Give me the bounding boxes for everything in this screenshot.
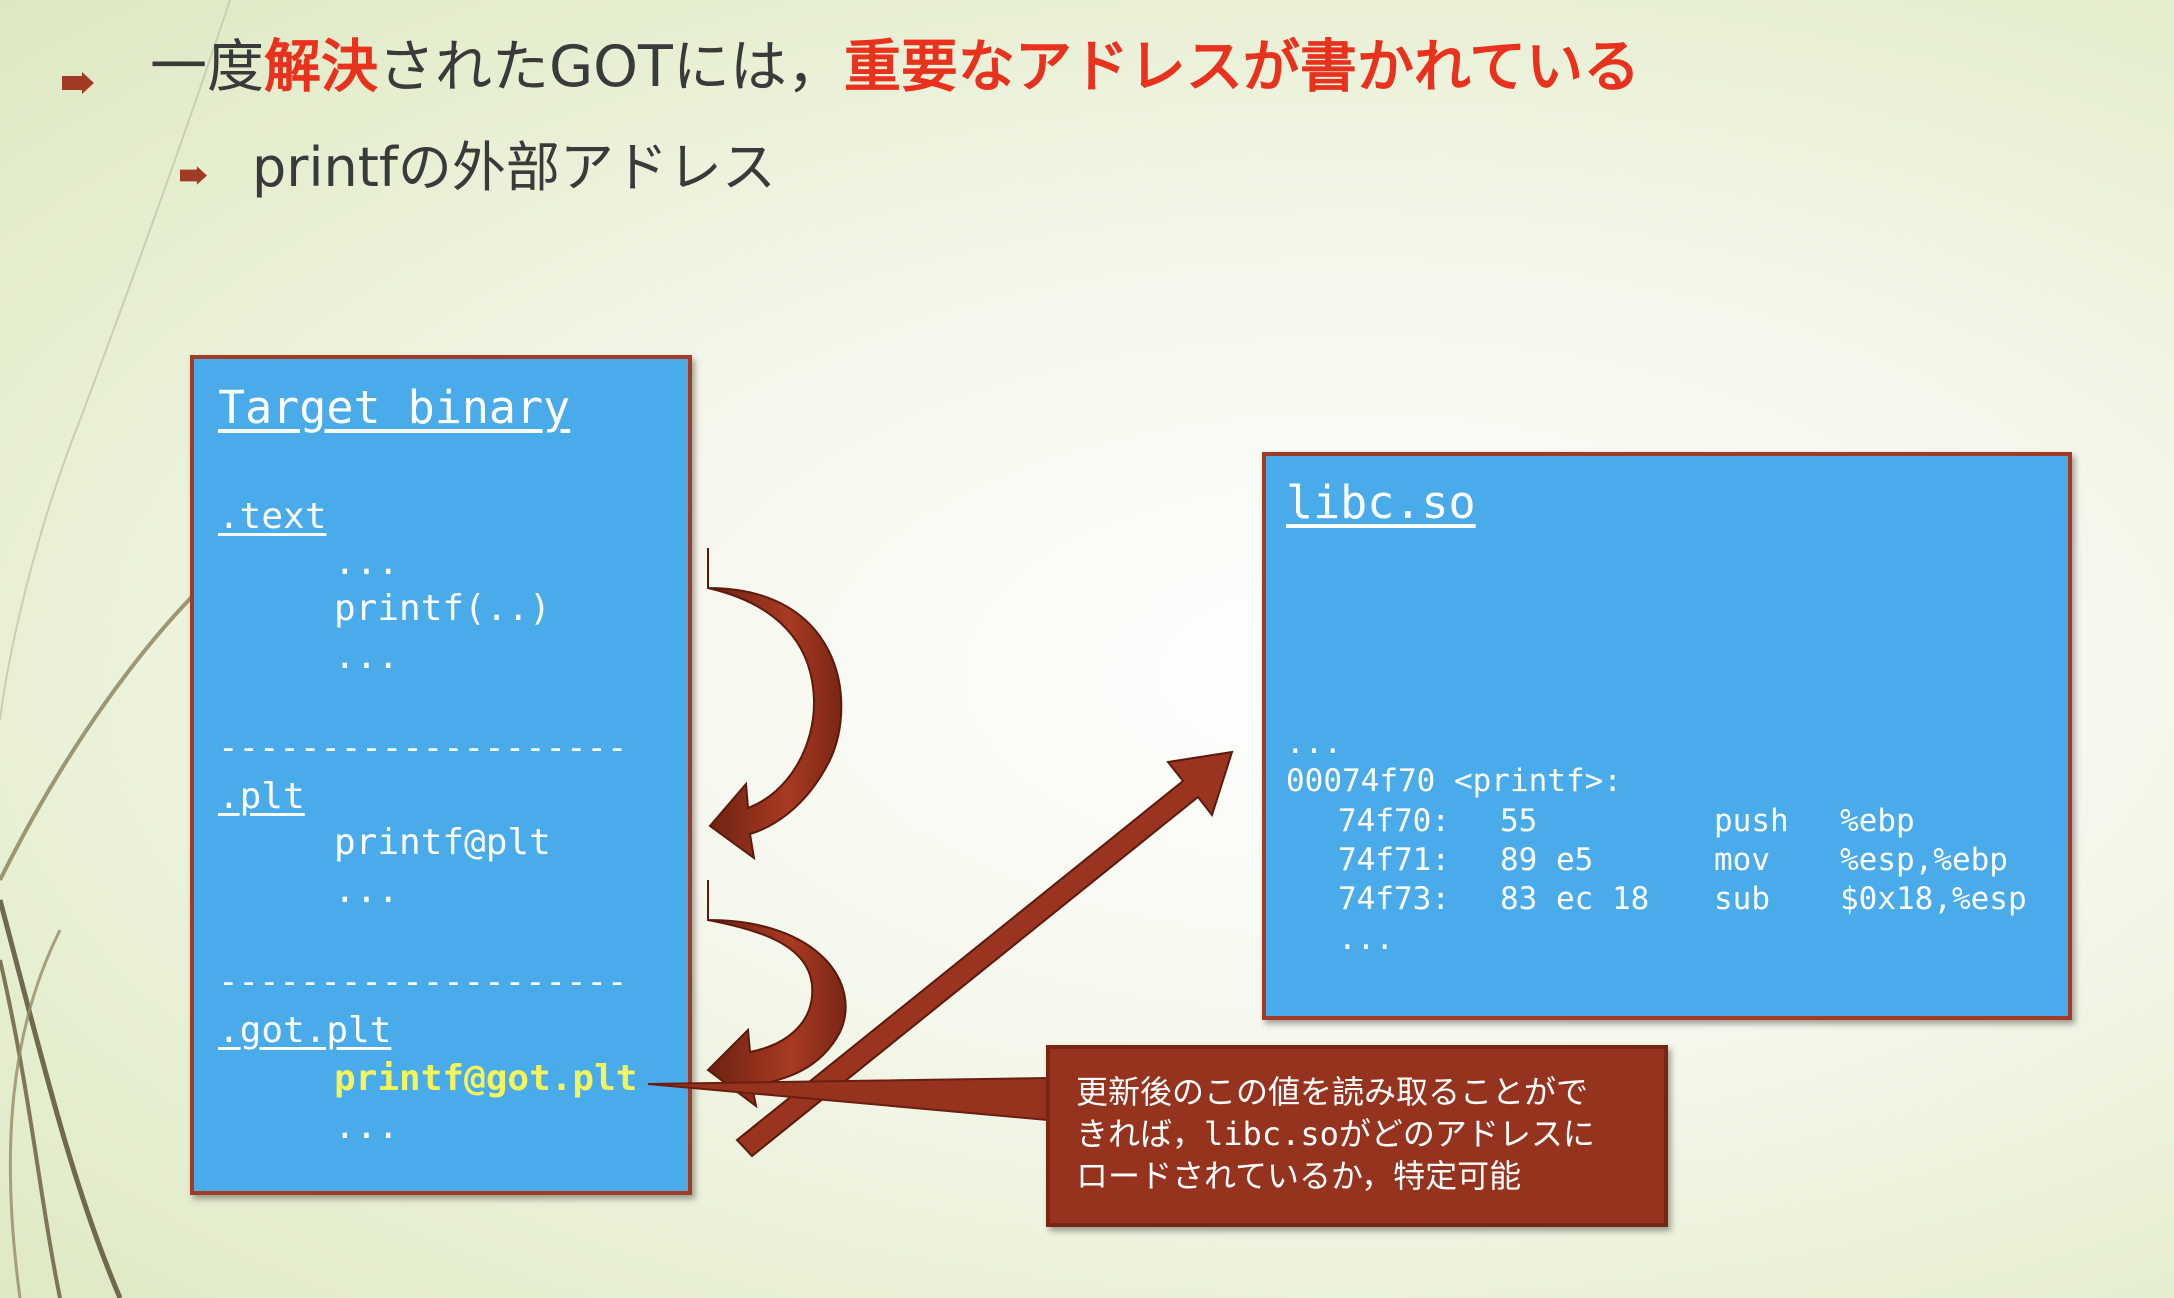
callout-note: 更新後のこの値を読み取ることがで きれば，libc.soがどのアドレスに ロード… xyxy=(1046,1045,1668,1227)
callout-text: がどのアドレスに xyxy=(1338,1115,1595,1153)
callout-line: きれば，libc.soがどのアドレスに xyxy=(1076,1113,1664,1155)
callout-line: 更新後のこの値を読み取ることがで xyxy=(1076,1073,1589,1111)
callout-libc-name: libc.so xyxy=(1204,1115,1339,1153)
callout-line: ロードされているか，特定可能 xyxy=(1076,1157,1522,1195)
callout-pointer xyxy=(647,1076,1049,1122)
callout-text: きれば， xyxy=(1076,1115,1205,1153)
curved-arrow-text-to-plt xyxy=(707,548,843,861)
